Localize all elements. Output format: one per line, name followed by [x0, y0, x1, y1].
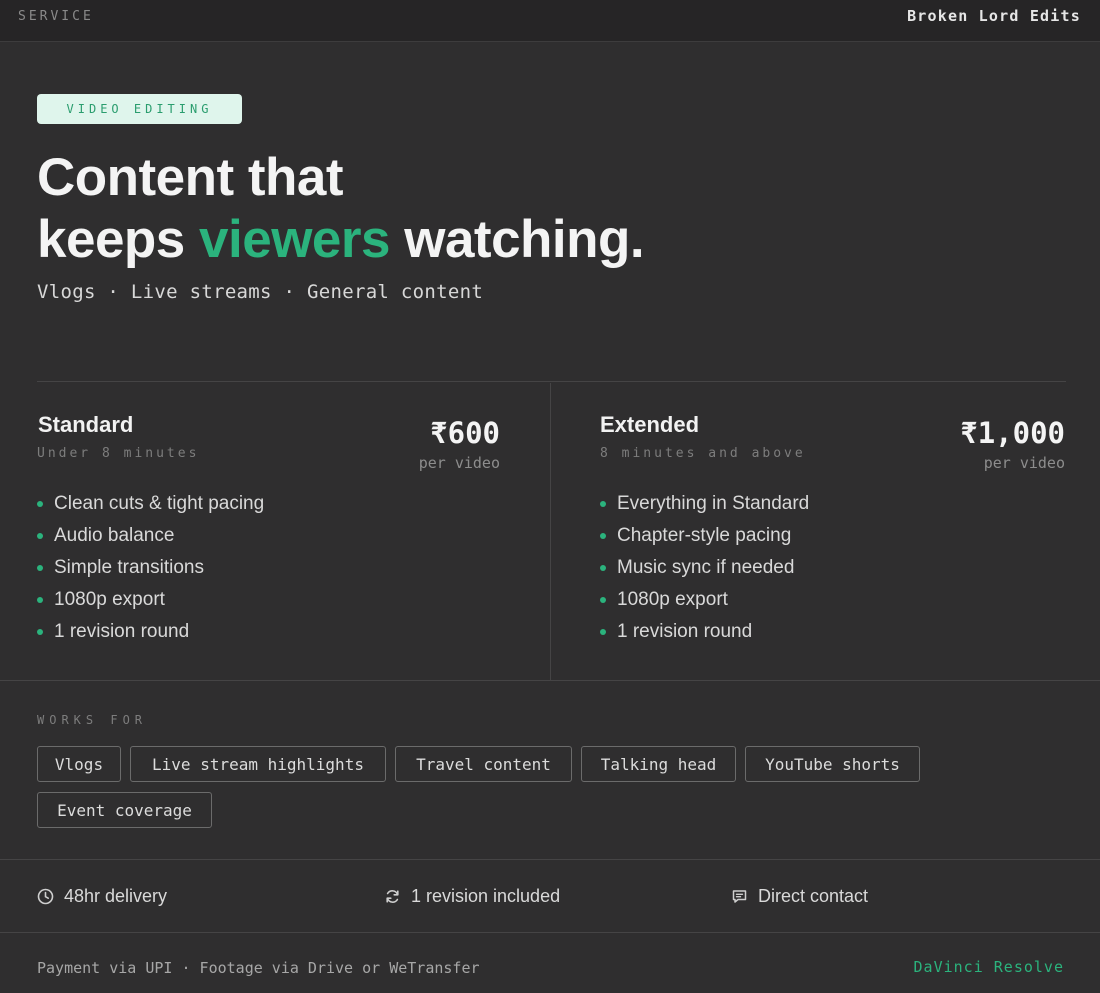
feature-list: Everything in Standard Chapter-style pac…	[600, 488, 809, 648]
feature-label: Simple transitions	[54, 557, 204, 578]
feature-label: 1 revision round	[54, 621, 190, 642]
clock-icon	[37, 888, 54, 904]
feature-label: Everything in Standard	[617, 493, 810, 514]
feature-label: 1080p export	[617, 589, 728, 610]
perk-label: 1 revision included	[411, 885, 561, 906]
plan-price: ₹1,000	[960, 416, 1065, 450]
feature-item: Clean cuts & tight pacing	[37, 488, 264, 520]
feature-item: 1080p export	[37, 584, 264, 616]
feature-item: 1 revision round	[600, 616, 809, 648]
plan-duration: Under 8 minutes	[37, 446, 200, 461]
feature-label: Clean cuts & tight pacing	[54, 493, 265, 514]
divider	[0, 932, 1100, 933]
divider	[0, 680, 1100, 681]
tag-travel-content[interactable]: Travel content	[395, 746, 572, 782]
plan-price: ₹600	[430, 416, 500, 450]
plan-duration: 8 minutes and above	[600, 446, 806, 461]
plan-name: Extended	[600, 412, 700, 437]
headline-line-1: Content that	[37, 148, 344, 207]
tag-talking-head[interactable]: Talking head	[581, 746, 736, 782]
content-types: Vlogs · Live streams · General content	[37, 281, 484, 303]
feature-item: Music sync if needed	[600, 552, 809, 584]
bullet-dot-icon	[600, 533, 606, 539]
page-title: Content that keeps viewers watching.	[37, 147, 645, 271]
works-for-label: WORKS FOR	[37, 713, 148, 727]
feature-label: 1080p export	[54, 589, 165, 610]
perk-delivery: 48hr delivery	[37, 884, 167, 908]
plan-price-unit: per video	[418, 454, 500, 472]
bullet-dot-icon	[600, 565, 606, 571]
feature-label: 1 revision round	[617, 621, 753, 642]
feature-label: Music sync if needed	[617, 557, 795, 578]
perk-label: 48hr delivery	[64, 885, 168, 906]
feature-label: Chapter-style pacing	[617, 525, 792, 546]
feature-item: 1 revision round	[37, 616, 264, 648]
bullet-dot-icon	[37, 565, 43, 571]
tag-live-stream-highlights[interactable]: Live stream highlights	[130, 746, 386, 782]
feature-item: Everything in Standard	[600, 488, 809, 520]
headline-line-2-start: keeps	[37, 210, 200, 269]
perk-label: Direct contact	[758, 885, 869, 906]
perk-contact: Direct contact	[731, 884, 868, 908]
service-badge: VIDEO EDITING	[37, 94, 242, 124]
headline-line-2-end: watching.	[390, 210, 645, 269]
plan-name: Standard	[38, 412, 134, 437]
feature-item: 1080p export	[600, 584, 809, 616]
tag-event-coverage[interactable]: Event coverage	[37, 792, 212, 828]
bullet-dot-icon	[600, 597, 606, 603]
software-label: DaVinci Resolve	[913, 958, 1064, 976]
bullet-dot-icon	[37, 533, 43, 539]
tag-youtube-shorts[interactable]: YouTube shorts	[745, 746, 920, 782]
feature-item: Chapter-style pacing	[600, 520, 809, 552]
brand-name[interactable]: Broken Lord Edits	[907, 7, 1081, 25]
payment-info: Payment via UPI · Footage via Drive or W…	[37, 959, 480, 977]
bullet-dot-icon	[37, 597, 43, 603]
feature-list: Clean cuts & tight pacing Audio balance …	[37, 488, 264, 648]
feature-item: Audio balance	[37, 520, 264, 552]
headline-accent: viewers	[199, 210, 390, 269]
bullet-dot-icon	[600, 629, 606, 635]
perk-revision: 1 revision included	[384, 884, 560, 908]
top-bar: SERVICE Broken Lord Edits	[0, 0, 1100, 42]
tag-vlogs[interactable]: Vlogs	[37, 746, 121, 782]
plan-divider	[550, 383, 551, 680]
divider	[37, 381, 1066, 382]
divider	[0, 859, 1100, 860]
bullet-dot-icon	[37, 629, 43, 635]
feature-item: Simple transitions	[37, 552, 264, 584]
refresh-icon	[386, 889, 399, 903]
plan-price-unit: per video	[983, 454, 1065, 472]
feature-label: Audio balance	[54, 525, 175, 546]
section-label: SERVICE	[18, 9, 94, 24]
bullet-dot-icon	[600, 501, 606, 507]
bullet-dot-icon	[37, 501, 43, 507]
message-icon	[732, 889, 747, 903]
